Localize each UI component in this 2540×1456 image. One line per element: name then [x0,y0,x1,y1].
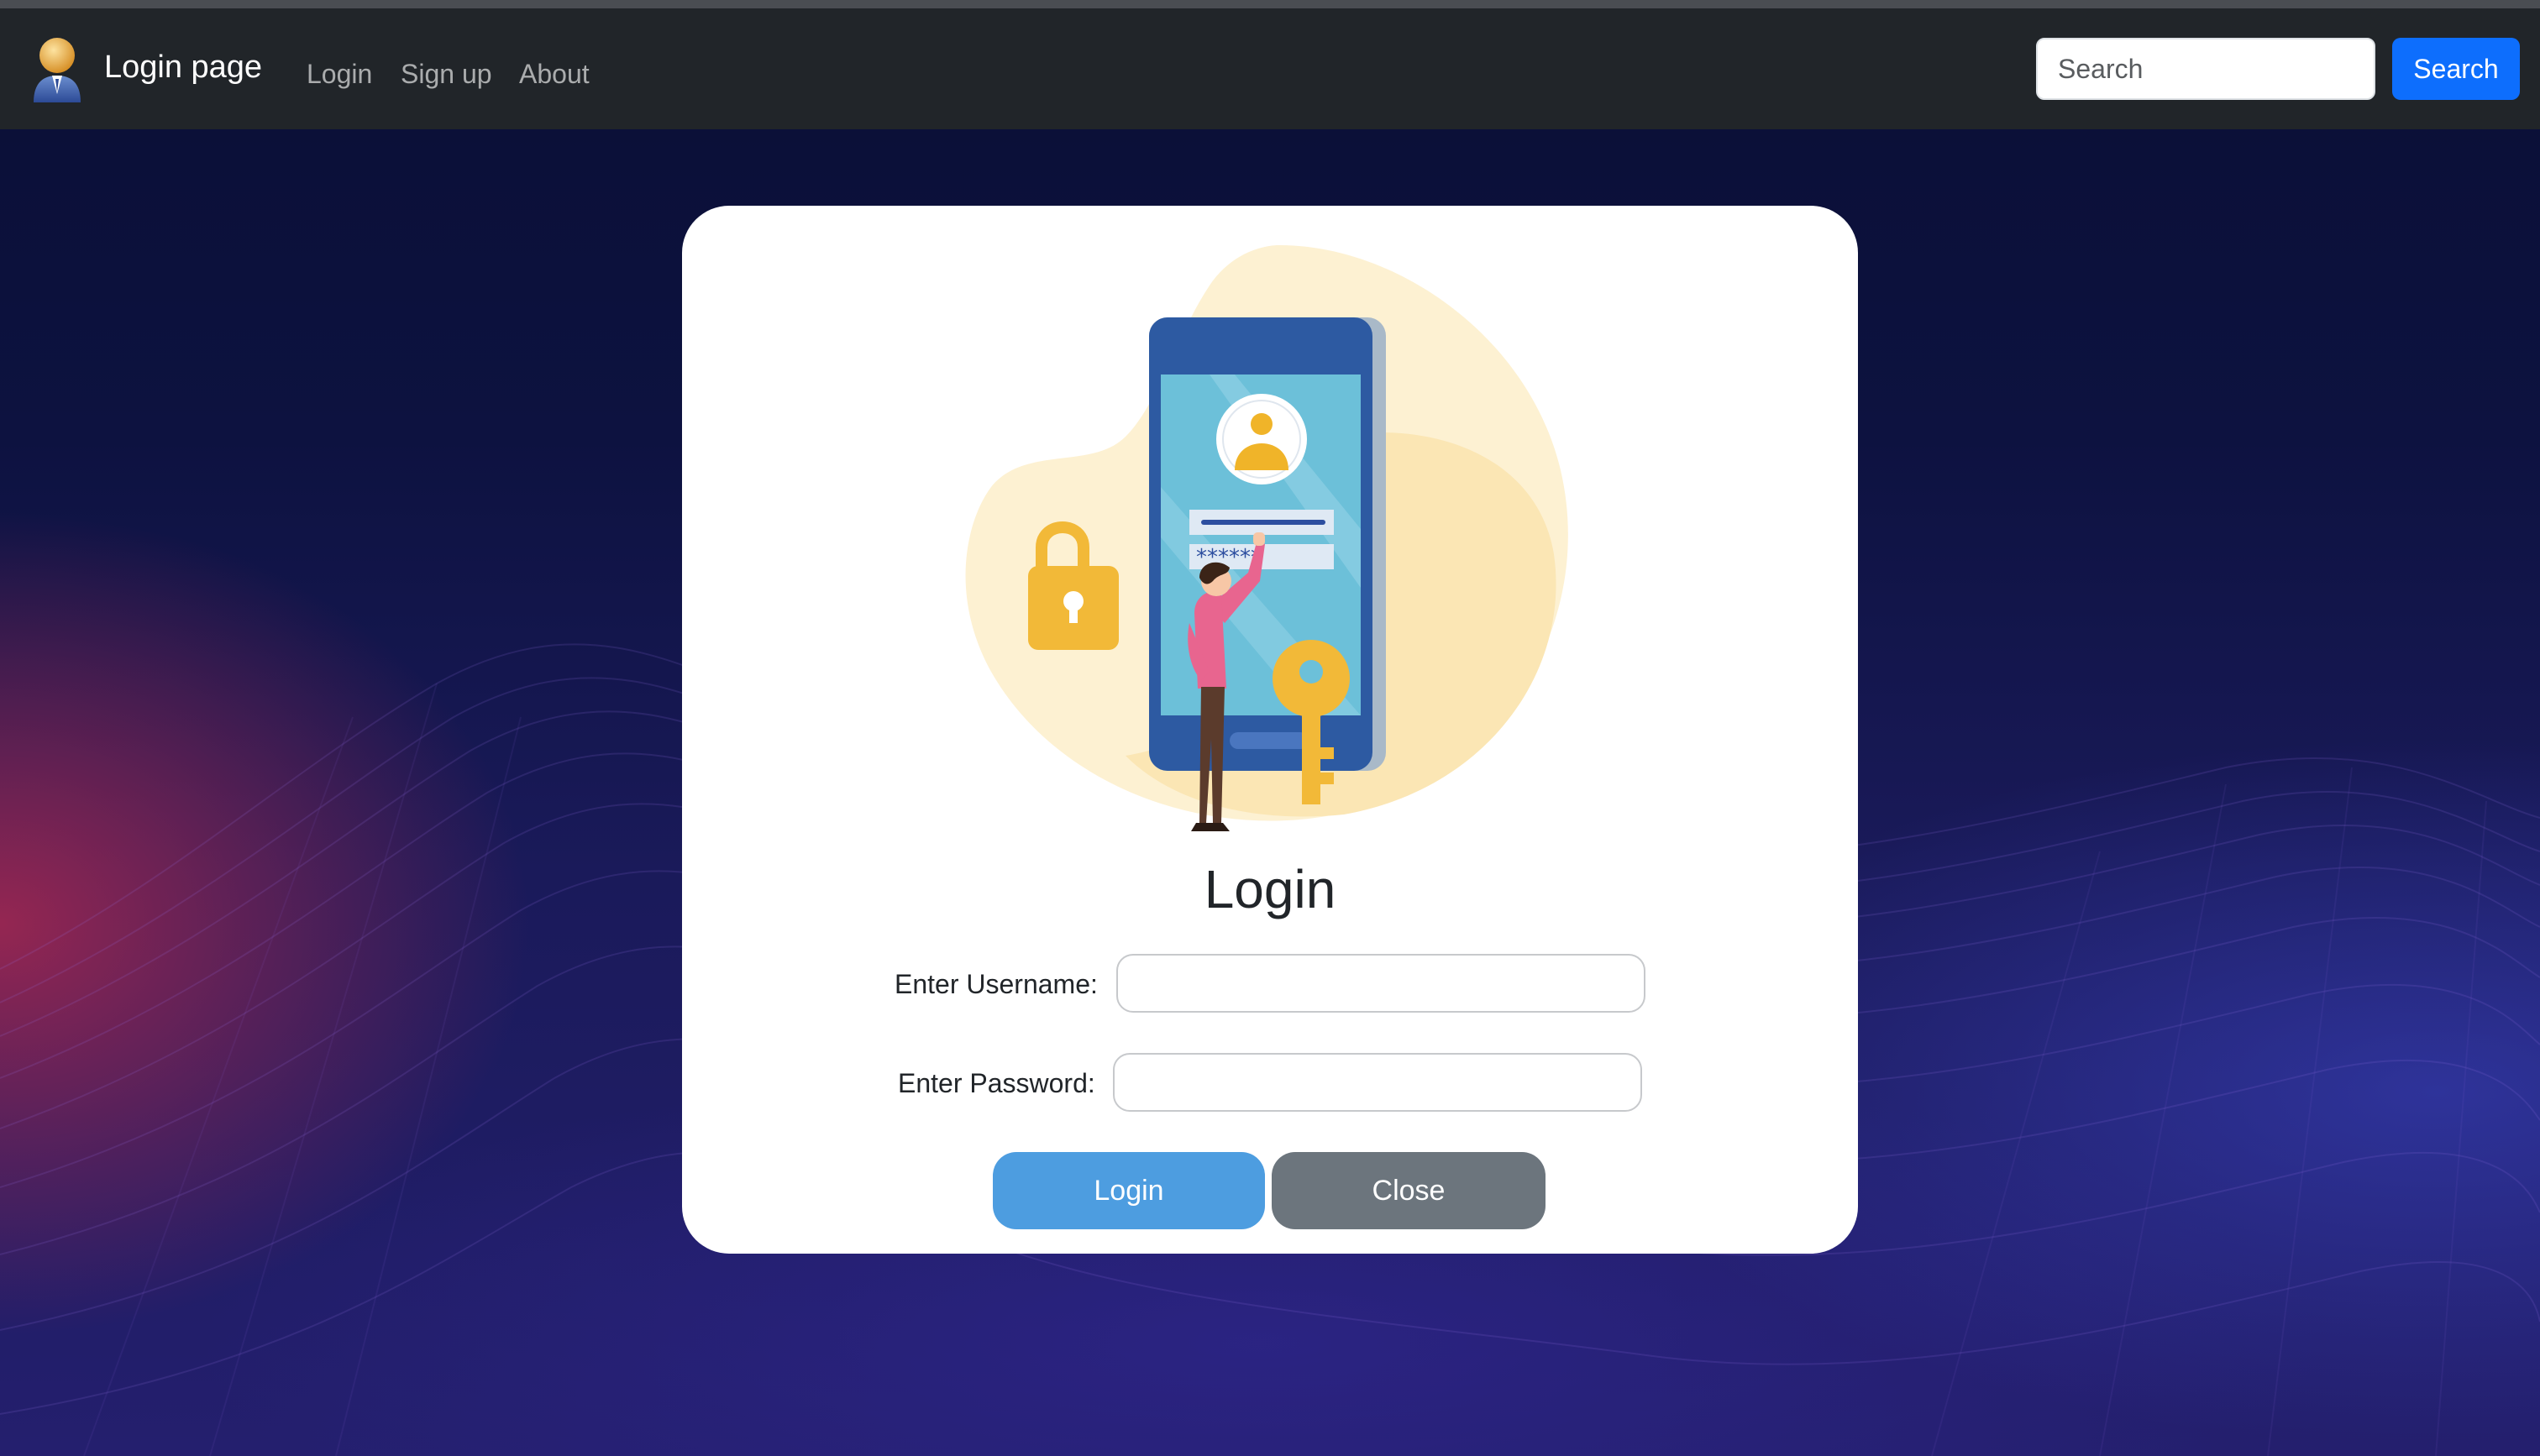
login-heading: Login [1204,859,1336,919]
nav-link-sign-up[interactable]: Sign up [401,57,492,91]
nav-link-login[interactable]: Login [307,57,372,91]
nav-link-about[interactable]: About [519,57,590,91]
username-label: Enter Username: [895,969,1098,999]
login-illustration-image: ****** [965,244,1568,831]
close-button[interactable]: Close [1272,1152,1546,1229]
window-top-edge [0,0,2540,8]
password-label: Enter Password: [898,1068,1095,1098]
username-input[interactable] [1116,954,1645,1013]
password-input[interactable] [1113,1053,1642,1112]
login-button[interactable]: Login [993,1152,1265,1229]
brand-title[interactable]: Login page [104,49,262,86]
search-input[interactable] [2036,38,2375,100]
user-avatar-logo-icon[interactable] [29,34,86,104]
search-button[interactable]: Search [2392,38,2520,100]
navbar: Login page Login Sign up About Search [0,8,2540,129]
